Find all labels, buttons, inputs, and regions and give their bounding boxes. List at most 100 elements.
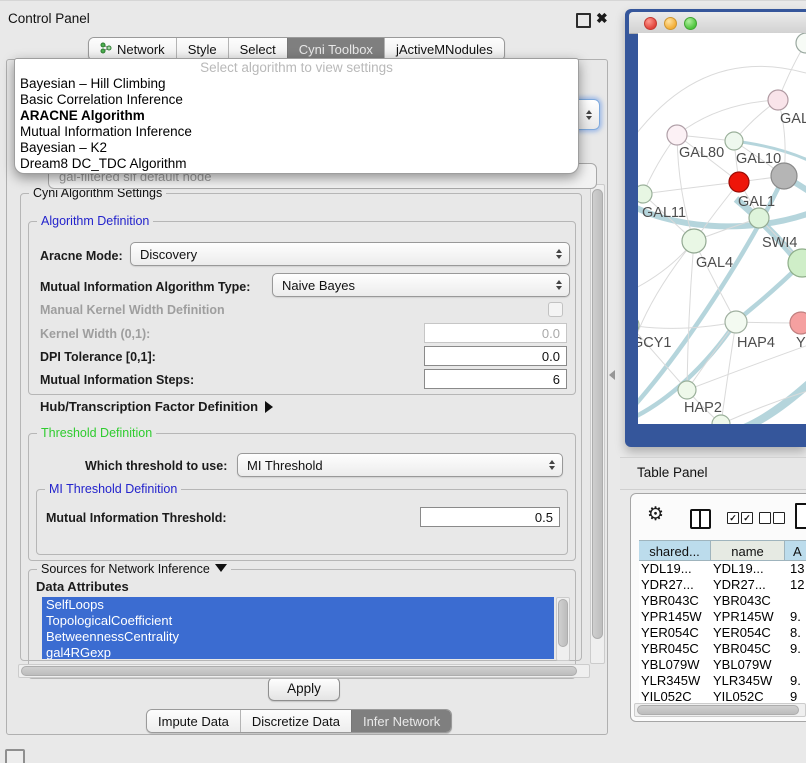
column-layout-icon[interactable]: [690, 509, 711, 529]
table-cell: YPR145W: [713, 609, 785, 625]
scrollbar-thumb[interactable]: [637, 705, 799, 715]
group-title: Threshold Definition: [37, 426, 156, 440]
checked-checkbox-icon[interactable]: ✓: [741, 512, 753, 524]
mi-threshold-field[interactable]: 0.5: [420, 507, 560, 527]
apply-button[interactable]: Apply: [268, 677, 340, 701]
network-window-titlebar[interactable]: [629, 12, 806, 34]
node-label-gal1-red: GAL1: [738, 194, 775, 210]
network-node-hap2[interactable]: [678, 381, 696, 399]
dropdown-item[interactable]: Mutual Information Inference: [15, 124, 578, 140]
splitter-collapse-icon[interactable]: [609, 370, 615, 380]
dropdown-item[interactable]: Bayesian – K2: [15, 140, 578, 156]
network-node-gal-pink[interactable]: [768, 90, 788, 110]
panel-corner-icon[interactable]: [5, 749, 25, 763]
network-node-bottom-node[interactable]: [712, 415, 730, 424]
tab-infer-network[interactable]: Infer Network: [351, 710, 451, 732]
hub-definition-toggle[interactable]: Hub/Transcription Factor Definition: [40, 399, 273, 414]
list-vertical-scrollbar: [556, 597, 570, 661]
panel-title: Control Panel: [8, 11, 90, 26]
list-item[interactable]: TopologicalCoefficient: [42, 613, 554, 629]
checked-checkbox-icon[interactable]: ✓: [727, 512, 739, 524]
aracne-mode-combo[interactable]: Discovery: [130, 242, 570, 266]
network-node-edge-node[interactable]: [796, 33, 806, 53]
dpi-tolerance-label: DPI Tolerance [0,1]:: [40, 350, 156, 364]
close-window-icon[interactable]: [644, 17, 657, 30]
table-panel-body: ⚙ ✓ ✓ shared...nameA YDL19...YDL19...13Y…: [630, 493, 806, 722]
node-label-gal10: GAL10: [736, 151, 781, 167]
node-label-hap4: HAP4: [737, 335, 775, 351]
table-horizontal-scrollbar: [634, 703, 806, 717]
dropdown-item[interactable]: ARACNE Algorithm: [15, 108, 578, 124]
sources-group-title[interactable]: Sources for Network Inference: [37, 562, 231, 576]
tab-impute-data[interactable]: Impute Data: [147, 710, 240, 732]
network-canvas[interactable]: GALGAL80GAL10GAL1SWI4GAL11GAL4HAP4YGCY1H…: [638, 33, 806, 424]
network-node-salmon[interactable]: [790, 312, 806, 334]
mi-steps-field[interactable]: 6: [424, 369, 567, 389]
algorithm-dropdown-menu: Select algorithm to view settings Bayesi…: [14, 58, 579, 174]
network-node-gal4[interactable]: [682, 229, 706, 253]
tab-network[interactable]: Network: [89, 38, 176, 60]
list-item[interactable]: gal4RGexp: [42, 645, 554, 659]
hub-definition-label: Hub/Transcription Factor Definition: [40, 399, 258, 414]
column-header[interactable]: name: [711, 540, 785, 561]
scrollbar-thumb[interactable]: [558, 599, 568, 647]
table-row[interactable]: YDR27...YDR27...12: [639, 577, 806, 593]
mi-steps-label: Mutual Information Steps:: [40, 373, 194, 387]
which-threshold-combo[interactable]: MI Threshold: [237, 453, 563, 477]
network-node-swi4-node[interactable]: [749, 208, 769, 228]
table-cell: YDL19...: [641, 561, 711, 577]
float-panel-icon[interactable]: [576, 13, 591, 28]
scrollbar-thumb[interactable]: [21, 666, 577, 676]
scrollbar-thumb[interactable]: [592, 189, 603, 639]
list-item[interactable]: BetweennessCentrality: [42, 629, 554, 645]
dropdown-item[interactable]: Dream8 DC_TDC Algorithm: [15, 156, 578, 172]
table-row[interactable]: YLR345WYLR345W9.: [639, 673, 806, 689]
network-node-hap4[interactable]: [725, 311, 747, 333]
tab-discretize-data[interactable]: Discretize Data: [240, 710, 351, 732]
node-label-gal80: GAL80: [679, 145, 724, 161]
mi-type-label: Mutual Information Algorithm Type:: [40, 280, 250, 294]
table-row[interactable]: YBR043CYBR043C: [639, 593, 806, 609]
tab-select[interactable]: Select: [228, 38, 287, 60]
table-row[interactable]: YBL079WYBL079W: [639, 657, 806, 673]
unchecked-checkbox-icon[interactable]: [773, 512, 785, 524]
sources-title-text: Sources for Network Inference: [41, 562, 210, 576]
table-row[interactable]: YPR145WYPR145W9.: [639, 609, 806, 625]
dropdown-item[interactable]: Bayesian – Hill Climbing: [15, 76, 578, 92]
network-node-gal1-red[interactable]: [729, 172, 749, 192]
table-cell: 13: [790, 561, 806, 577]
unchecked-checkbox-icon[interactable]: [759, 512, 771, 524]
mi-type-combo[interactable]: Naive Bayes: [272, 273, 570, 297]
network-node-gal10[interactable]: [725, 132, 743, 150]
network-node-gal80[interactable]: [667, 125, 687, 145]
dpi-tolerance-field[interactable]: 0.0: [424, 346, 567, 366]
close-icon[interactable]: ✖: [596, 10, 608, 27]
cyni-settings-pane: Cyni Algorithm Settings Algorithm Defini…: [16, 181, 604, 677]
tab-label: jActiveMNodules: [396, 42, 493, 57]
manual-kernel-checkbox[interactable]: [548, 302, 563, 317]
list-item[interactable]: SelfLoops: [42, 597, 554, 613]
tab-cyni-toolbox[interactable]: Cyni Toolbox: [287, 38, 384, 60]
kernel-width-field[interactable]: 0.0: [424, 323, 567, 343]
table-cell: [790, 657, 806, 673]
gear-icon[interactable]: ⚙: [647, 505, 664, 524]
column-header[interactable]: shared...: [639, 540, 711, 561]
table-row[interactable]: YBR045CYBR045C9.: [639, 641, 806, 657]
node-label-gcy1: GCY1: [638, 335, 672, 351]
dropdown-item[interactable]: Basic Correlation Inference: [15, 92, 578, 108]
aracne-mode-label: Aracne Mode:: [40, 249, 123, 263]
table-row[interactable]: YDL19...YDL19...13: [639, 561, 806, 577]
group-title: Algorithm Definition: [37, 214, 153, 228]
collapse-down-icon: [215, 564, 227, 572]
minimize-window-icon[interactable]: [664, 17, 677, 30]
table-cell: YER054C: [713, 625, 785, 641]
tab-style[interactable]: Style: [176, 38, 228, 60]
table-cell: 12: [790, 577, 806, 593]
table-row[interactable]: YER054CYER054C8.: [639, 625, 806, 641]
table-panel-title: Table Panel: [637, 465, 708, 480]
tab-jactivemnodules[interactable]: jActiveMNodules: [384, 38, 504, 60]
zoom-window-icon[interactable]: [684, 17, 697, 30]
network-node-gal11[interactable]: [638, 185, 652, 203]
column-header[interactable]: A: [785, 540, 806, 561]
new-table-icon[interactable]: [795, 503, 806, 529]
